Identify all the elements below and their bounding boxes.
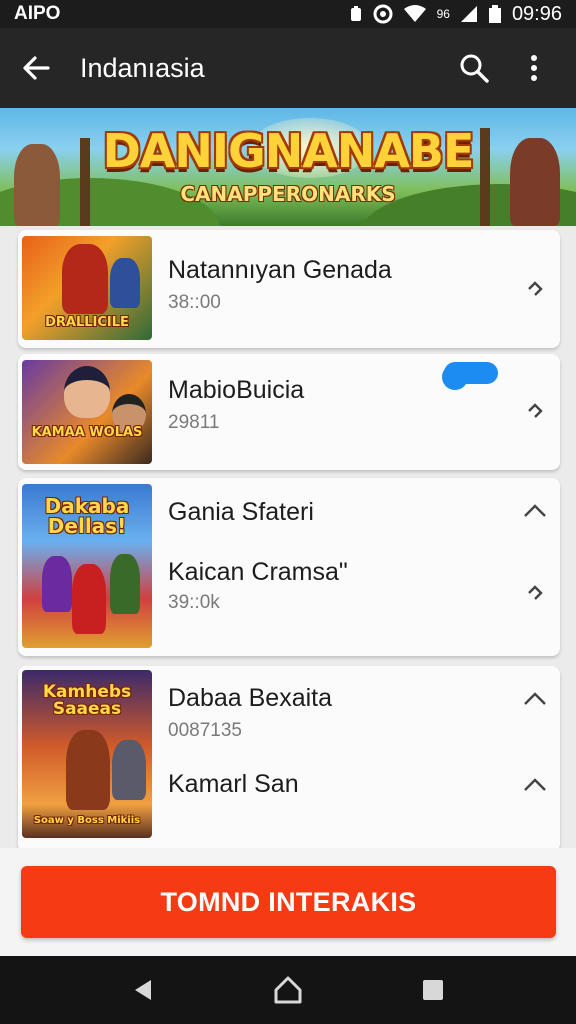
thumb-hero <box>112 740 146 800</box>
game-thumbnail: DRALLICILE <box>22 236 152 340</box>
network-label: 96 <box>436 7 450 21</box>
banner-title: DANIGNANABE <box>102 124 475 178</box>
battery-icon <box>488 4 502 24</box>
home-icon <box>274 976 302 1004</box>
system-navigation-bar <box>0 956 576 1024</box>
banner-subtitle: CANAPPERONARKS <box>180 182 396 206</box>
primary-action-button[interactable]: TOMND INTERAKIS <box>21 866 556 938</box>
thumb-label: Kamhebs Saaeas <box>42 682 132 719</box>
more-vert-icon <box>531 55 537 81</box>
back-button[interactable] <box>0 28 72 108</box>
item-subtitle: 0087135 <box>168 720 242 741</box>
nav-back-button[interactable] <box>119 966 167 1014</box>
chevron-up-icon[interactable] <box>520 770 550 800</box>
game-list: DRALLICILE Natannıyan Genada 38::00 KAMA… <box>0 226 576 848</box>
thumb-hero <box>62 244 108 314</box>
promo-banner[interactable]: DANIGNANABE CANAPPERONARKS <box>0 108 576 226</box>
sync-icon <box>373 4 393 24</box>
item-title: MabioBuicia <box>168 376 305 404</box>
arrow-left-icon <box>23 56 50 80</box>
page-title: Indanıasia <box>80 52 205 83</box>
thumb-hero <box>66 730 110 810</box>
item-title: Natannıyan Genada <box>168 256 392 284</box>
thumb-hero <box>42 556 72 612</box>
clock: 09:96 <box>511 2 562 25</box>
thumb-hero <box>72 564 106 634</box>
chevron-up-icon[interactable] <box>520 496 550 526</box>
chevron-right-icon[interactable] <box>520 396 550 426</box>
search-button[interactable] <box>444 28 504 108</box>
bottom-action-area: TOMND INTERAKIS <box>0 848 576 956</box>
app-bar: Indanıasia <box>0 28 576 108</box>
back-triangle-icon <box>134 980 151 1000</box>
game-thumbnail: Dakaba Dellas! <box>22 484 152 648</box>
more-options-button[interactable] <box>504 28 564 108</box>
sim-icon <box>349 5 363 23</box>
item-subtitle: 39::0k <box>168 592 220 613</box>
thumb-hero <box>110 554 140 614</box>
game-thumbnail: KAMAA WOLAS <box>22 360 152 464</box>
thumb-hero <box>64 366 110 418</box>
item-title: Kamarl San <box>168 770 299 798</box>
list-item-expanded[interactable]: Dakaba Dellas! Gania Sfateri Kaican Cram… <box>18 478 560 656</box>
game-thumbnail: Kamhebs Saaeas Soaw y Boss Mikiis <box>22 670 152 838</box>
wifi-icon <box>403 5 427 23</box>
nav-recents-button[interactable] <box>409 966 457 1014</box>
search-icon <box>460 54 489 83</box>
app-actions <box>444 28 576 108</box>
toggle-indicator[interactable] <box>442 362 498 390</box>
thumb-label: DRALLICILE <box>45 315 129 330</box>
thumb-label: Dakaba Dellas! <box>44 494 130 538</box>
recents-square-icon <box>423 980 444 1000</box>
list-item-expanded[interactable]: Kamhebs Saaeas Soaw y Boss Mikiis Dabaa … <box>18 666 560 848</box>
thumb-label: KAMAA WOLAS <box>31 425 143 440</box>
item-subtitle: 29811 <box>168 412 220 433</box>
item-title: Dabaa Bexaita <box>168 684 333 712</box>
carrier-label: AIPO <box>14 3 61 24</box>
item-title: Kaican Cramsa" <box>168 558 348 586</box>
nav-home-button[interactable] <box>264 966 312 1014</box>
signal-icon <box>460 5 478 23</box>
chevron-right-icon[interactable] <box>520 578 550 608</box>
item-subtitle: 38::00 <box>168 292 221 313</box>
thumb-hero <box>110 258 140 308</box>
status-bar: AIPO 96 09:96 <box>0 0 576 28</box>
chevron-up-icon[interactable] <box>520 684 550 714</box>
list-item[interactable]: DRALLICILE Natannıyan Genada 38::00 <box>18 230 560 348</box>
chevron-right-icon[interactable] <box>520 274 550 304</box>
item-title: Gania Sfateri <box>168 498 314 526</box>
status-icons: 96 09:96 <box>349 3 562 26</box>
thumb-footer: Soaw y Boss Mikiis <box>33 815 141 826</box>
